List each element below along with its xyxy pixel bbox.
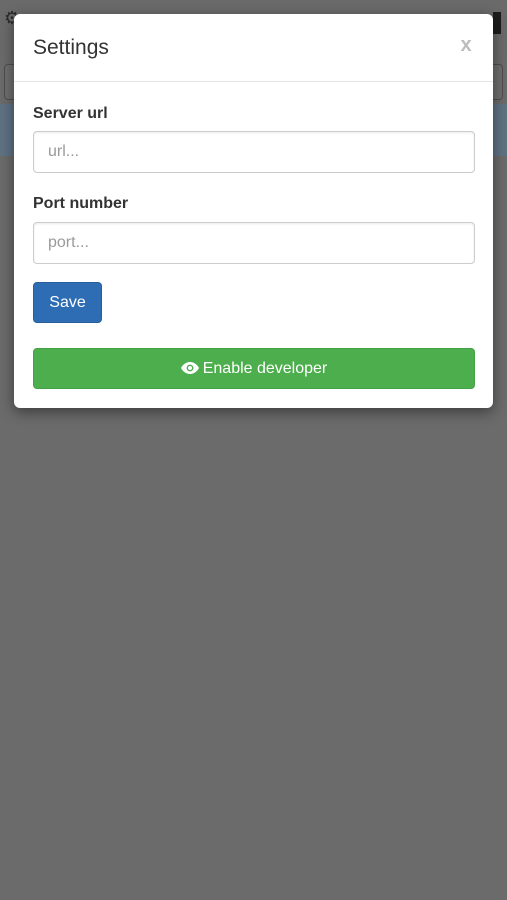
modal-title: Settings xyxy=(33,36,109,59)
modal-header: Settings x xyxy=(14,14,493,82)
close-button[interactable]: x xyxy=(457,33,475,57)
background-settings-icon: ⚙ xyxy=(4,8,21,28)
background-menu-icon xyxy=(493,12,501,34)
port-number-input[interactable] xyxy=(33,222,475,264)
server-url-label: Server url xyxy=(33,105,108,122)
eye-icon xyxy=(180,362,199,374)
port-number-label: Port number xyxy=(33,195,129,212)
save-button[interactable]: Save xyxy=(33,282,102,323)
settings-modal: Settings x Server url Port number Save E… xyxy=(14,14,493,408)
enable-developer-button[interactable]: Enable developer xyxy=(33,348,475,389)
server-url-input[interactable] xyxy=(33,131,475,173)
enable-developer-label: Enable developer xyxy=(202,360,328,377)
